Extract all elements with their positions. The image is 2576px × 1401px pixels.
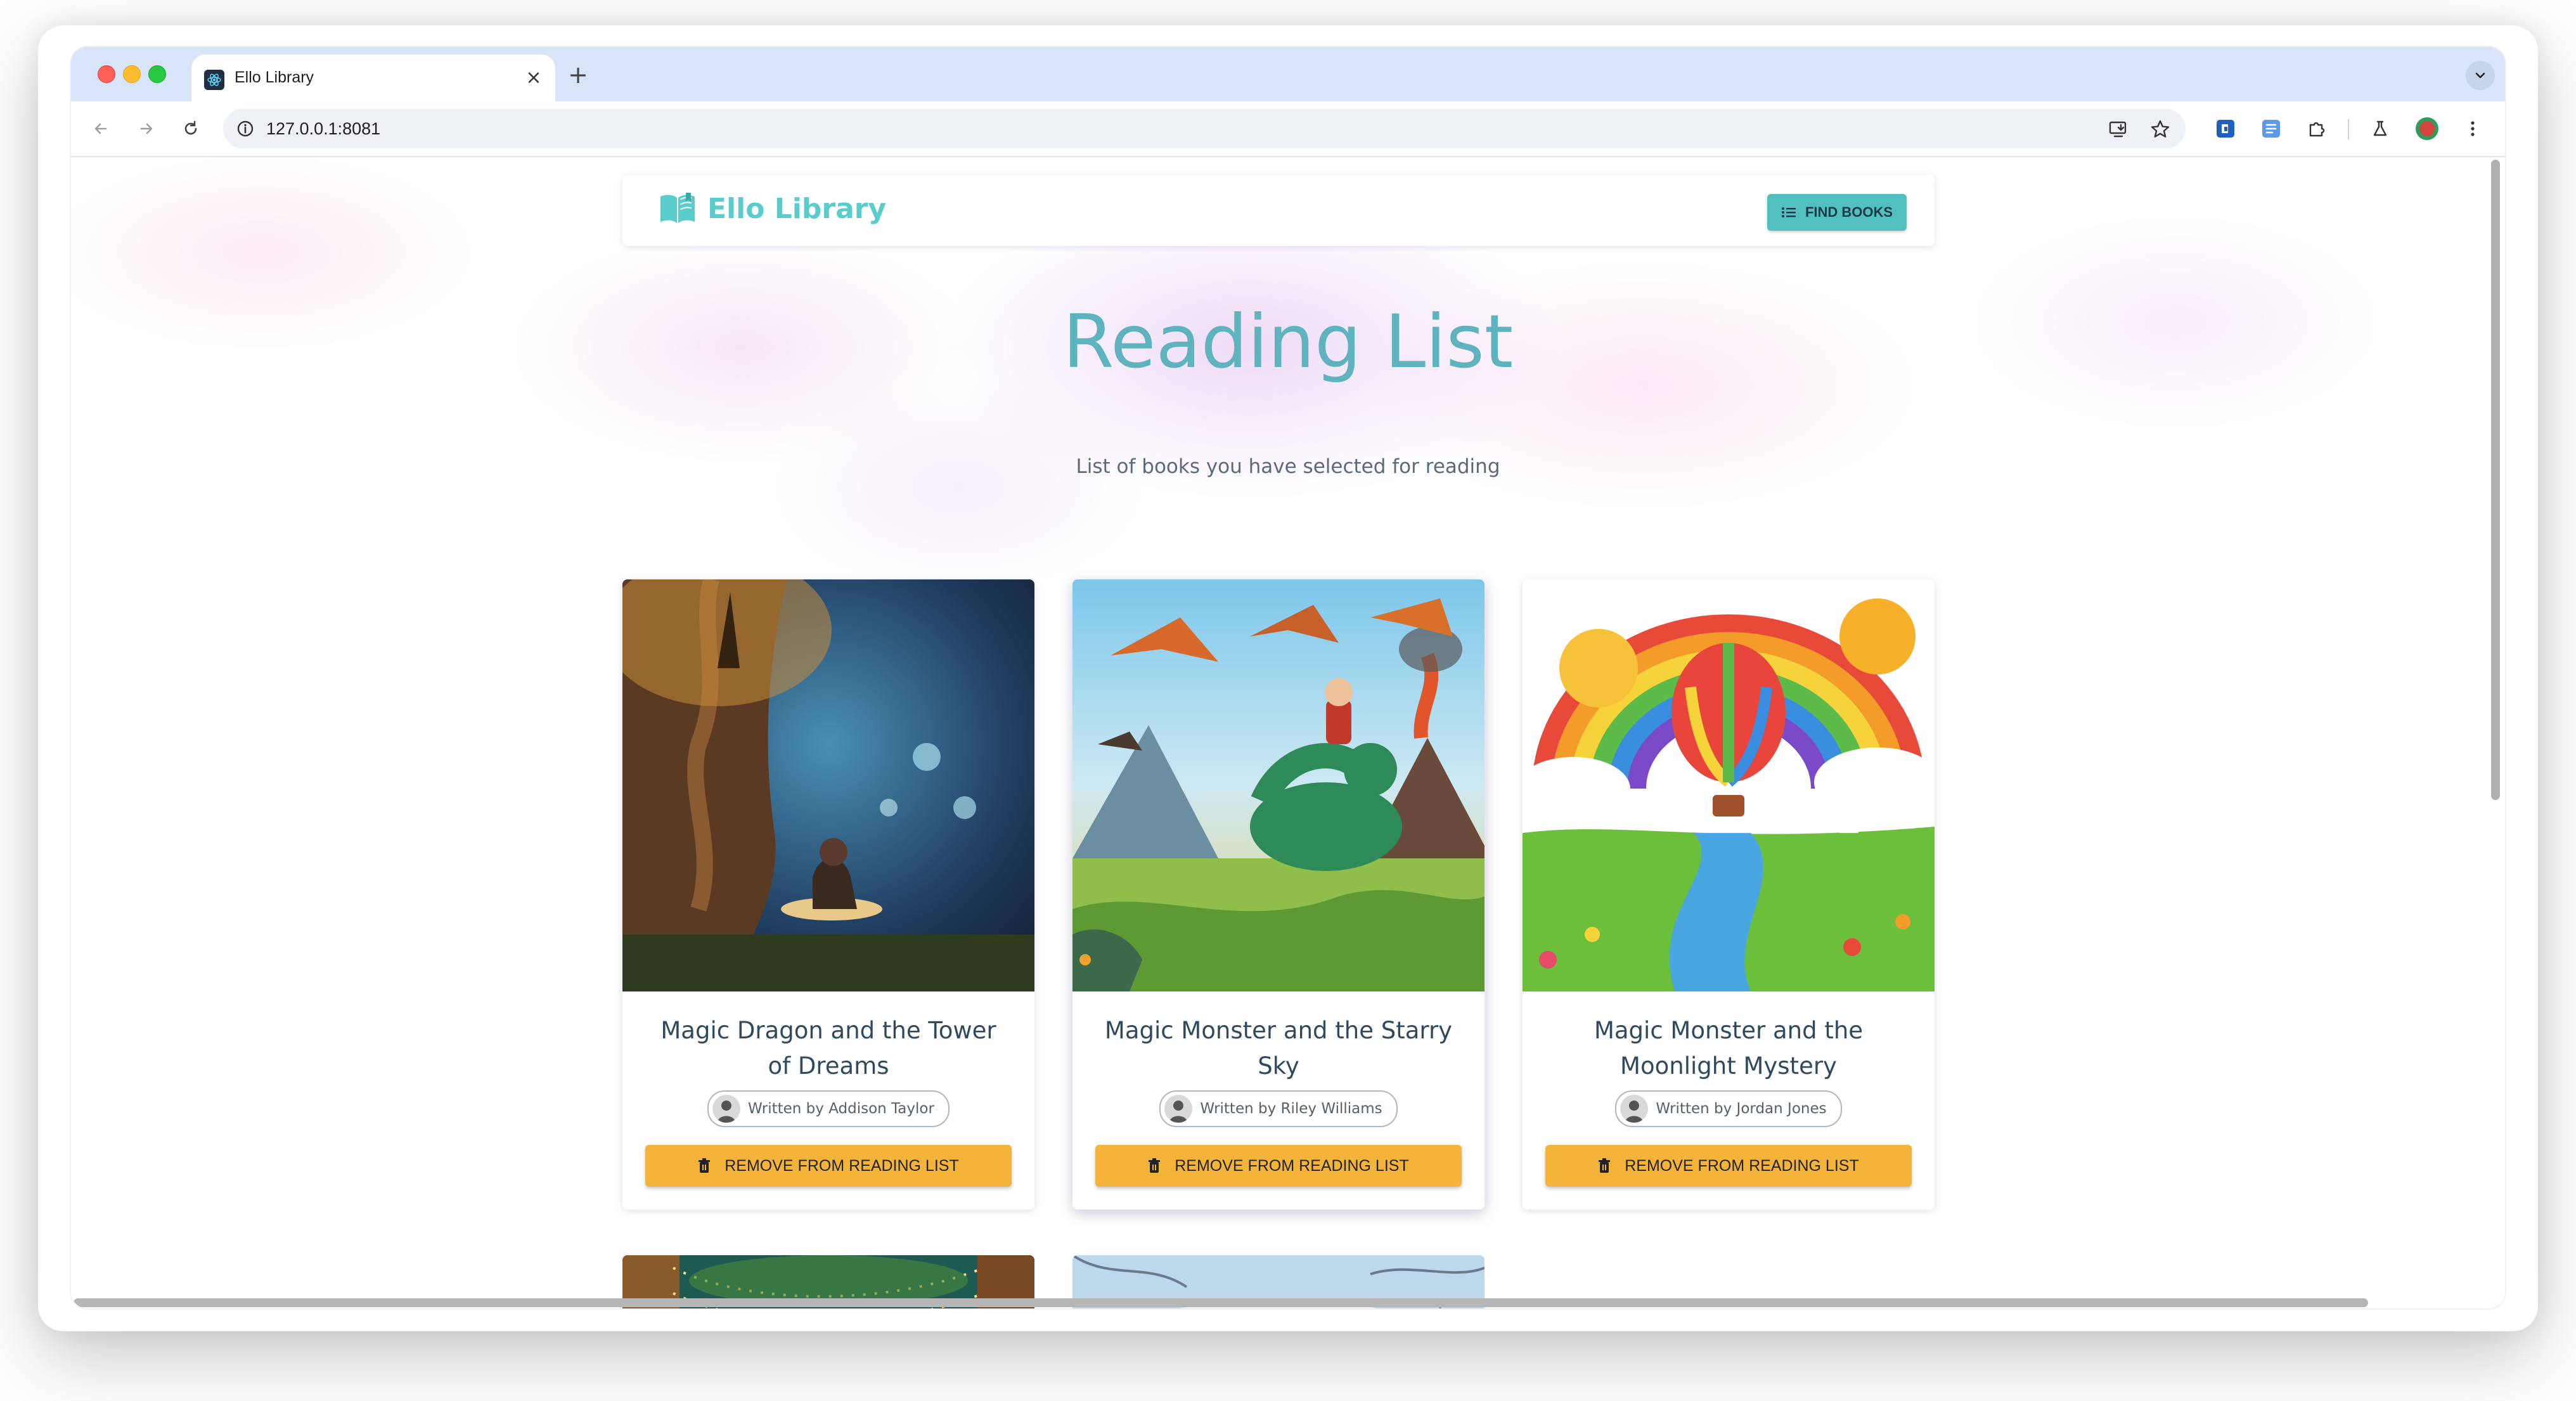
author-name: Written by Jordan Jones <box>1656 1101 1827 1117</box>
tab-title: Ello Library <box>235 68 314 86</box>
toolbar-divider <box>2348 119 2349 139</box>
url-text: 127.0.0.1:8081 <box>266 119 381 138</box>
author-chip: Written by Riley Williams <box>1159 1090 1398 1127</box>
profile-avatar-icon[interactable] <box>2412 114 2442 143</box>
book-cover-image <box>622 579 1034 991</box>
author-chip: Written by Jordan Jones <box>1615 1090 1842 1127</box>
close-window-button[interactable] <box>98 65 115 83</box>
browser-menu-icon[interactable] <box>2458 114 2487 143</box>
address-bar[interactable]: 127.0.0.1:8081 <box>223 109 2186 148</box>
author-avatar <box>1620 1095 1649 1123</box>
browser-toolbar: 127.0.0.1:8081 <box>71 101 2505 157</box>
tab-bar: Ello Library × + <box>71 47 2505 101</box>
maximize-window-button[interactable] <box>148 65 166 83</box>
open-book-logo-icon <box>658 191 697 226</box>
author-name: Written by Addison Taylor <box>748 1101 934 1117</box>
install-app-icon[interactable] <box>2106 117 2131 142</box>
browser-window: Ello Library × + 127.0.0.1:8081 Ello Lib… <box>71 47 2505 1308</box>
book-title: Magic Dragon and the Tower of Dreams <box>660 1017 996 1080</box>
tab-search-chevron-icon[interactable] <box>2466 61 2495 90</box>
book-cover-image <box>1072 579 1484 991</box>
find-books-label: FIND BOOKS <box>1805 204 1893 220</box>
remove-from-reading-list-button[interactable]: REMOVE FROM READING LIST <box>1095 1145 1462 1187</box>
trash-icon <box>699 1158 711 1173</box>
vertical-scrollbar[interactable] <box>2491 160 2500 800</box>
author-avatar <box>1164 1095 1193 1123</box>
remove-button-label: REMOVE FROM READING LIST <box>724 1156 959 1175</box>
author-chip: Written by Addison Taylor <box>707 1090 950 1127</box>
new-tab-button[interactable]: + <box>565 61 591 89</box>
list-icon <box>1781 207 1796 217</box>
site-info-icon[interactable] <box>233 117 257 141</box>
tab-ello-library[interactable]: Ello Library × <box>191 55 555 101</box>
trash-icon <box>1599 1158 1611 1173</box>
page-subtitle: List of books you have selected for read… <box>1076 455 1500 478</box>
horizontal-scrollbar[interactable] <box>74 1298 2368 1307</box>
reload-icon[interactable] <box>176 114 205 143</box>
page-viewport: Ello Library FIND BOOKS Reading List Lis… <box>71 157 2505 1308</box>
react-favicon-icon <box>204 70 224 90</box>
remove-from-reading-list-button[interactable]: REMOVE FROM READING LIST <box>1545 1145 1912 1187</box>
forward-arrow-icon[interactable] <box>132 114 161 143</box>
labs-flask-icon[interactable] <box>2366 114 2395 143</box>
author-avatar <box>712 1095 741 1123</box>
find-books-button[interactable]: FIND BOOKS <box>1767 194 1907 231</box>
page-title: Reading List <box>1062 299 1514 385</box>
app-navbar: Ello Library FIND BOOKS <box>622 175 1935 246</box>
author-name: Written by Riley Williams <box>1200 1101 1382 1117</box>
book-cover-image <box>1523 579 1935 991</box>
back-arrow-icon[interactable] <box>86 114 115 143</box>
minimize-window-button[interactable] <box>123 65 141 83</box>
remove-button-label: REMOVE FROM READING LIST <box>1175 1156 1409 1175</box>
extension-blue-icon[interactable] <box>2211 114 2240 143</box>
book-title: Magic Monster and the Moonlight Mystery <box>1594 1017 1864 1080</box>
bookmark-star-icon[interactable] <box>2148 117 2173 142</box>
book-card: Magic Monster and the Starry Sky Written… <box>1072 579 1484 1210</box>
remove-button-label: REMOVE FROM READING LIST <box>1625 1156 1859 1175</box>
extensions-puzzle-icon[interactable] <box>2302 114 2331 143</box>
app-logo-text[interactable]: Ello Library <box>707 193 886 225</box>
book-card: Magic Monster and the Moonlight Mystery … <box>1523 579 1935 1210</box>
extension-docs-icon[interactable] <box>2257 114 2286 143</box>
book-title: Magic Monster and the Starry Sky <box>1104 1017 1453 1080</box>
tab-close-icon[interactable]: × <box>522 66 545 89</box>
book-card: Magic Dragon and the Tower of Dreams Wri… <box>622 579 1034 1210</box>
trash-icon <box>1149 1158 1161 1173</box>
remove-from-reading-list-button[interactable]: REMOVE FROM READING LIST <box>645 1145 1012 1187</box>
